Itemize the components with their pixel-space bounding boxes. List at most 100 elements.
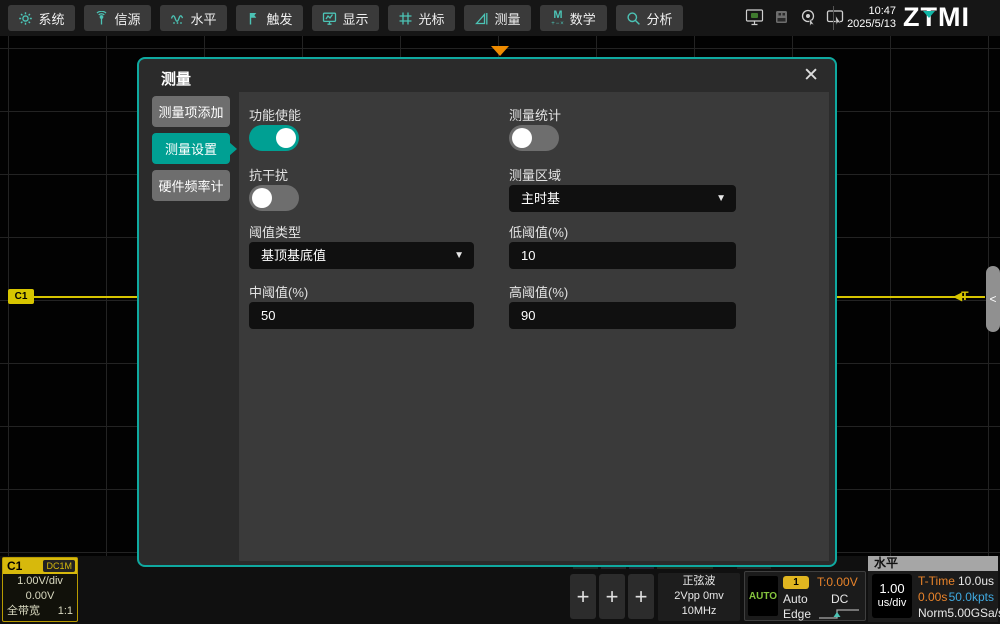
clock-date: 2025/5/13 (838, 18, 896, 31)
stats-toggle[interactable] (509, 125, 559, 151)
top-toolbar: 系统 信源 水平 触发 显示 光标 (0, 0, 1000, 36)
menu-label: 信源 (114, 9, 140, 28)
status-icon-row (745, 7, 845, 28)
toolbar-divider (833, 6, 834, 30)
enable-toggle[interactable] (249, 125, 299, 151)
delay-value: 0.00s (918, 589, 947, 605)
chevron-down-icon: ▼ (716, 185, 726, 212)
channel-bandwidth: 全带宽 (7, 604, 40, 619)
afg-frequency: 10MHz (658, 604, 740, 619)
menu-label: 数学 (570, 9, 596, 28)
dialog-sidebar: 测量项添加 测量设置 硬件频率计 (152, 96, 230, 207)
region-label: 测量区域 (509, 165, 561, 184)
trigger-source-badge: 1 (783, 576, 809, 589)
logo-triangle-icon (923, 11, 935, 18)
add-channel-button-1[interactable]: + (570, 574, 596, 619)
low-threshold-label: 低阈值(%) (509, 222, 568, 241)
t-time-value: 10.0us (958, 573, 994, 589)
menu-label: 水平 (190, 9, 216, 28)
timebase-unit: us/div (878, 596, 907, 610)
trigger-position-icon[interactable] (491, 46, 509, 56)
afg-info-box[interactable]: 正弦波 2Vpp 0mv 10MHz (658, 573, 740, 621)
math-icon: M+−× (551, 10, 565, 27)
measure-ramp-icon (474, 11, 489, 26)
brand-logo: Z T MI (903, 2, 970, 33)
close-icon[interactable]: ✕ (803, 64, 819, 87)
coupling-badge: DC1M (43, 560, 75, 572)
channel-scale: 1.00V/div (3, 574, 77, 589)
rising-edge-icon (817, 608, 861, 620)
menu-button-system[interactable]: 系统 (8, 5, 75, 31)
threshold-type-label: 阈值类型 (249, 222, 301, 241)
sample-rate: 5.00GSa/s (947, 605, 1000, 621)
high-threshold-input[interactable]: 90 (509, 302, 736, 329)
menu-button-math[interactable]: M+−× 数学 (540, 5, 607, 31)
tab-hardware-counter[interactable]: 硬件频率计 (152, 170, 230, 201)
lan-monitor-icon[interactable] (745, 7, 764, 28)
noise-reject-toggle[interactable] (249, 185, 299, 211)
region-value: 主时基 (521, 191, 560, 206)
oscilloscope-screen: C1 ◀T < 系统 信源 水平 触发 显示 (0, 0, 1000, 624)
toggle-knob (512, 128, 532, 148)
afg-waveform-type: 正弦波 (658, 574, 740, 589)
display-monitor-icon (322, 11, 337, 26)
menu-label: 触发 (266, 9, 292, 28)
menu-button-measure[interactable]: 测量 (464, 5, 531, 31)
low-threshold-input[interactable]: 10 (509, 242, 736, 269)
horizontal-panel[interactable]: 水平 1.00 us/div T-Time 10.0us 0.00s 50.0k… (868, 556, 998, 622)
usb-icon[interactable] (772, 7, 791, 28)
logo-letters: MI (938, 2, 970, 33)
side-panel-handle[interactable]: < (986, 266, 1000, 332)
menu-label: 系统 (38, 9, 64, 28)
gear-icon (18, 11, 33, 26)
tab-measure-settings[interactable]: 测量设置 (152, 133, 230, 164)
source-antenna-icon (94, 11, 109, 26)
logo-letter: Z (903, 2, 921, 33)
stats-label: 测量统计 (509, 105, 561, 124)
channel-probe-ratio: 1:1 (58, 604, 73, 619)
menu-button-cursor[interactable]: 光标 (388, 5, 455, 31)
menu-button-analyze[interactable]: 分析 (616, 5, 683, 31)
channel-offset: 0.00V (3, 589, 77, 604)
trigger-level: T:0.00V (817, 575, 858, 589)
clock-time: 10:47 (838, 5, 896, 18)
dialog-title: 测量 (161, 68, 191, 89)
timebase-scale-box[interactable]: 1.00 us/div (872, 574, 912, 618)
tab-measure-add[interactable]: 测量项添加 (152, 96, 230, 127)
enable-label: 功能使能 (249, 105, 301, 124)
add-channel-button-3[interactable]: + (628, 574, 654, 619)
dialog-content: 功能使能 测量统计 抗干扰 测量区域 主时基 ▼ 阈值类型 基顶基底值 ▼ 低阈… (239, 92, 829, 561)
horizontal-wave-icon (170, 11, 185, 26)
cursor-crosshair-icon (398, 11, 413, 26)
trigger-level-marker[interactable]: ◀T (953, 289, 968, 304)
chevron-down-icon: ▼ (454, 242, 464, 269)
menu-label: 分析 (646, 9, 672, 28)
trigger-type: Edge (783, 607, 811, 621)
timebase-value: 1.00 (879, 582, 904, 596)
toggle-knob (276, 128, 296, 148)
horizontal-title: 水平 (868, 556, 998, 571)
threshold-type-dropdown[interactable]: 基顶基底值 ▼ (249, 242, 474, 269)
channel-c1-box[interactable]: C1 DC1M 1.00V/div 0.00V 全带宽 1:1 (2, 557, 78, 622)
high-threshold-label: 高阈值(%) (509, 282, 568, 301)
touch-icon[interactable] (799, 7, 818, 28)
region-dropdown[interactable]: 主时基 ▼ (509, 185, 736, 212)
t-time-label: T-Time (918, 573, 955, 589)
measure-dialog: 测量 ✕ 测量项添加 测量设置 硬件频率计 功能使能 测量统计 抗干扰 测量区域… (137, 57, 837, 567)
channel-c1-header: C1 DC1M (3, 558, 77, 574)
horizontal-body: 1.00 us/div T-Time 10.0us 0.00s 50.0kpts… (868, 571, 998, 622)
add-channel-button-2[interactable]: + (599, 574, 625, 619)
mid-threshold-input[interactable]: 50 (249, 302, 474, 329)
menu-button-trigger[interactable]: 触发 (236, 5, 303, 31)
trigger-coupling: DC (831, 592, 848, 606)
afg-amplitude-offset: 2Vpp 0mv (658, 589, 740, 604)
menu-button-display[interactable]: 显示 (312, 5, 379, 31)
menu-button-source[interactable]: 信源 (84, 5, 151, 31)
trigger-flag-icon (246, 11, 261, 26)
trigger-info-box[interactable]: AUTO 1 Auto Edge T:0.00V DC (744, 571, 866, 621)
channel-name: C1 (3, 559, 22, 573)
logo-letter-t: T (921, 2, 939, 33)
memory-points: 50.0kpts (949, 589, 994, 605)
c1-channel-marker[interactable]: C1 (8, 289, 34, 304)
menu-button-horizontal[interactable]: 水平 (160, 5, 227, 31)
